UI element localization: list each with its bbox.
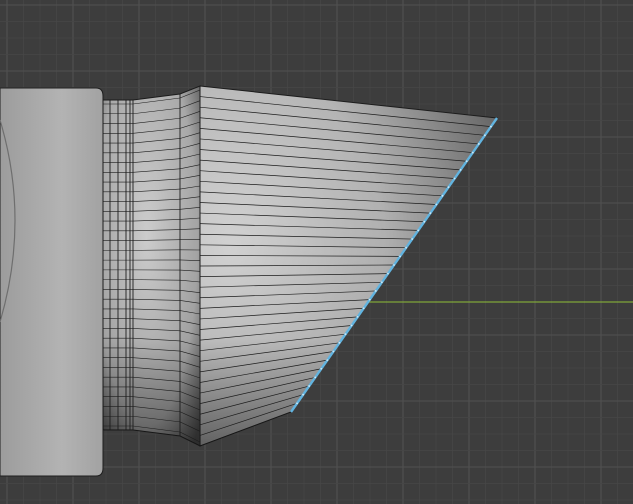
- edge-vertex[interactable]: [302, 393, 305, 396]
- edge-vertex[interactable]: [350, 324, 353, 327]
- edge-vertex[interactable]: [380, 281, 383, 284]
- edge-vertex[interactable]: [296, 402, 298, 405]
- edge-vertex[interactable]: [435, 203, 438, 206]
- edge-vertex[interactable]: [423, 220, 426, 223]
- body-block[interactable]: [0, 87, 104, 477]
- viewport-canvas[interactable]: [0, 0, 633, 504]
- edge-vertex[interactable]: [399, 255, 401, 258]
- edge-vertex[interactable]: [429, 212, 432, 215]
- edge-vertex[interactable]: [368, 298, 371, 301]
- 3d-viewport[interactable]: [0, 0, 633, 504]
- edge-vertex[interactable]: [320, 367, 323, 370]
- edge-vertex[interactable]: [459, 168, 462, 171]
- edge-vertex[interactable]: [471, 151, 474, 154]
- edge-vertex[interactable]: [332, 350, 335, 353]
- edge-vertex[interactable]: [447, 186, 450, 189]
- edge-vertex[interactable]: [314, 376, 317, 379]
- edge-vertex[interactable]: [441, 194, 444, 197]
- edge-vertex[interactable]: [453, 177, 456, 180]
- edge-vertex[interactable]: [387, 272, 389, 275]
- edge-vertex[interactable]: [405, 246, 408, 249]
- edge-vertex[interactable]: [326, 359, 329, 362]
- edge-vertex[interactable]: [465, 160, 468, 163]
- edge-vertex[interactable]: [411, 238, 414, 240]
- edge-vertex[interactable]: [356, 315, 359, 318]
- edge-vertex[interactable]: [362, 307, 365, 310]
- edge-vertex[interactable]: [483, 134, 486, 137]
- edge-vertex[interactable]: [417, 229, 420, 232]
- edge-vertex[interactable]: [393, 264, 395, 266]
- edge-vertex[interactable]: [490, 125, 492, 128]
- edge-vertex[interactable]: [344, 333, 347, 336]
- edge-vertex[interactable]: [477, 143, 480, 145]
- body-face: [0, 87, 104, 477]
- edge-vertex[interactable]: [374, 290, 377, 292]
- edge-vertex[interactable]: [308, 385, 311, 387]
- edge-vertex[interactable]: [338, 341, 341, 344]
- neck-cylinder[interactable]: [102, 85, 201, 447]
